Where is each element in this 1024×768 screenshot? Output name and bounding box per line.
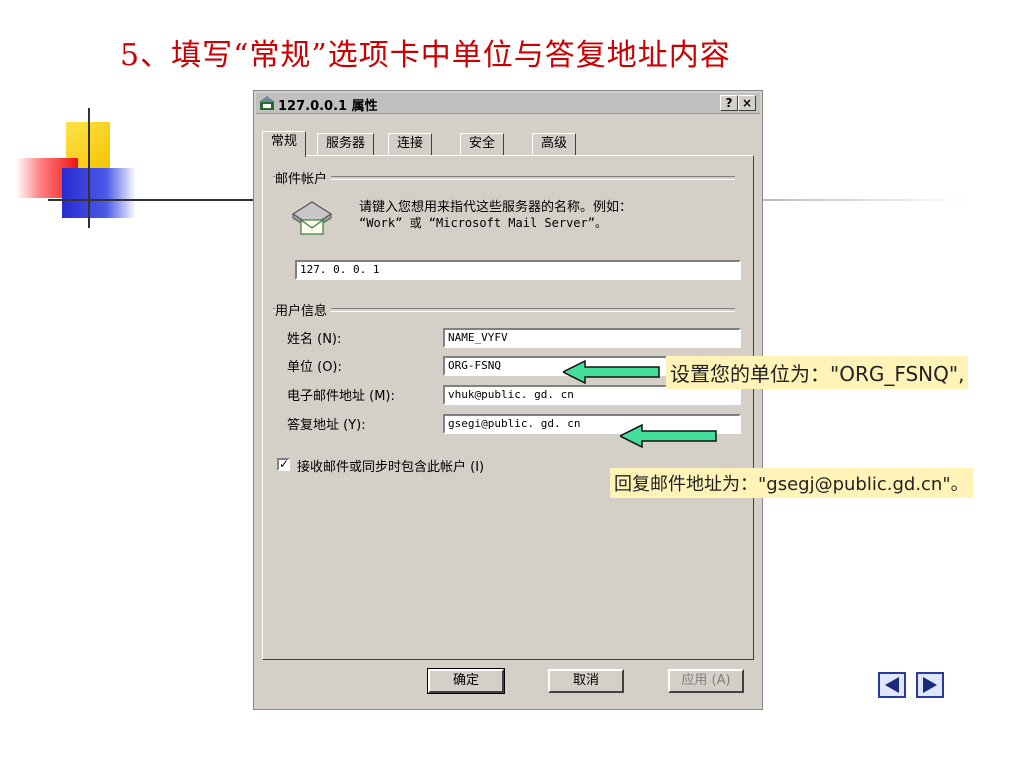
account-icon [259,96,275,110]
email-label: 电子邮件地址 (M): [287,389,395,404]
tab-servers[interactable]: 服务器 [317,133,375,155]
mail-envelope-icon [291,201,333,235]
dialog-title: 127.0.0.1 属性 [278,99,378,114]
previous-slide-button[interactable] [878,672,906,698]
user-group-line [273,308,735,312]
tab-general[interactable]: 常规 [262,131,307,157]
account-properties-dialog: 127.0.0.1 属性 ? × 常规 服务器 连接 安全 高级 邮件帐户 请键… [253,90,763,710]
decor-vertical-line [88,108,90,228]
help-button[interactable]: ? [720,95,738,111]
include-account-checkbox[interactable]: ✓ [277,458,290,471]
name-label: 姓名 (N): [287,332,342,347]
cancel-button[interactable]: 取消 [548,669,624,693]
dialog-titlebar: 127.0.0.1 属性 ? × [256,93,760,114]
tab-security[interactable]: 安全 [460,133,505,155]
account-description-line2: “Work” 或 “Microsoft Mail Server”。 [359,216,607,230]
include-account-label: 接收邮件或同步时包含此帐户 (I) [297,460,485,475]
account-description-line1: 请键入您想用来指代这些服务器的名称。例如： [359,200,633,215]
general-tab-panel: 邮件帐户 请键入您想用来指代这些服务器的名称。例如： “Work” 或 “Mic… [262,155,754,660]
org-arrow-icon [563,360,660,384]
apply-button[interactable]: 应用 (A) [668,669,744,693]
left-triangle-icon [885,677,899,693]
tab-advanced[interactable]: 高级 [532,133,577,155]
next-slide-button[interactable] [916,672,944,698]
right-triangle-icon [923,677,937,693]
reply-address-label: 答复地址 (Y): [287,418,366,433]
close-button[interactable]: × [738,95,756,111]
reply-arrow-icon [620,424,717,448]
organization-label: 单位 (O): [287,360,342,375]
ok-button[interactable]: 确定 [427,668,505,694]
name-input[interactable]: NAME_VYFV [443,328,741,348]
user-group-label: 用户信息 [275,300,332,319]
org-annotation: 设置您的单位为："ORG_FSNQ", [666,356,969,389]
slide-title: 5、填写“常规”选项卡中单位与答复地址内容 [120,38,731,73]
account-group-label: 邮件帐户 [275,168,332,187]
tab-connection[interactable]: 连接 [388,133,433,155]
account-group-line [273,176,735,180]
decor-fade-line [760,199,970,201]
account-name-input[interactable]: 127. 0. 0. 1 [295,260,741,280]
decor-horizontal-line [48,199,260,201]
decor-blue-square [62,168,136,218]
reply-annotation: 回复邮件地址为："gsegj@public.gd.cn"。 [610,468,973,498]
